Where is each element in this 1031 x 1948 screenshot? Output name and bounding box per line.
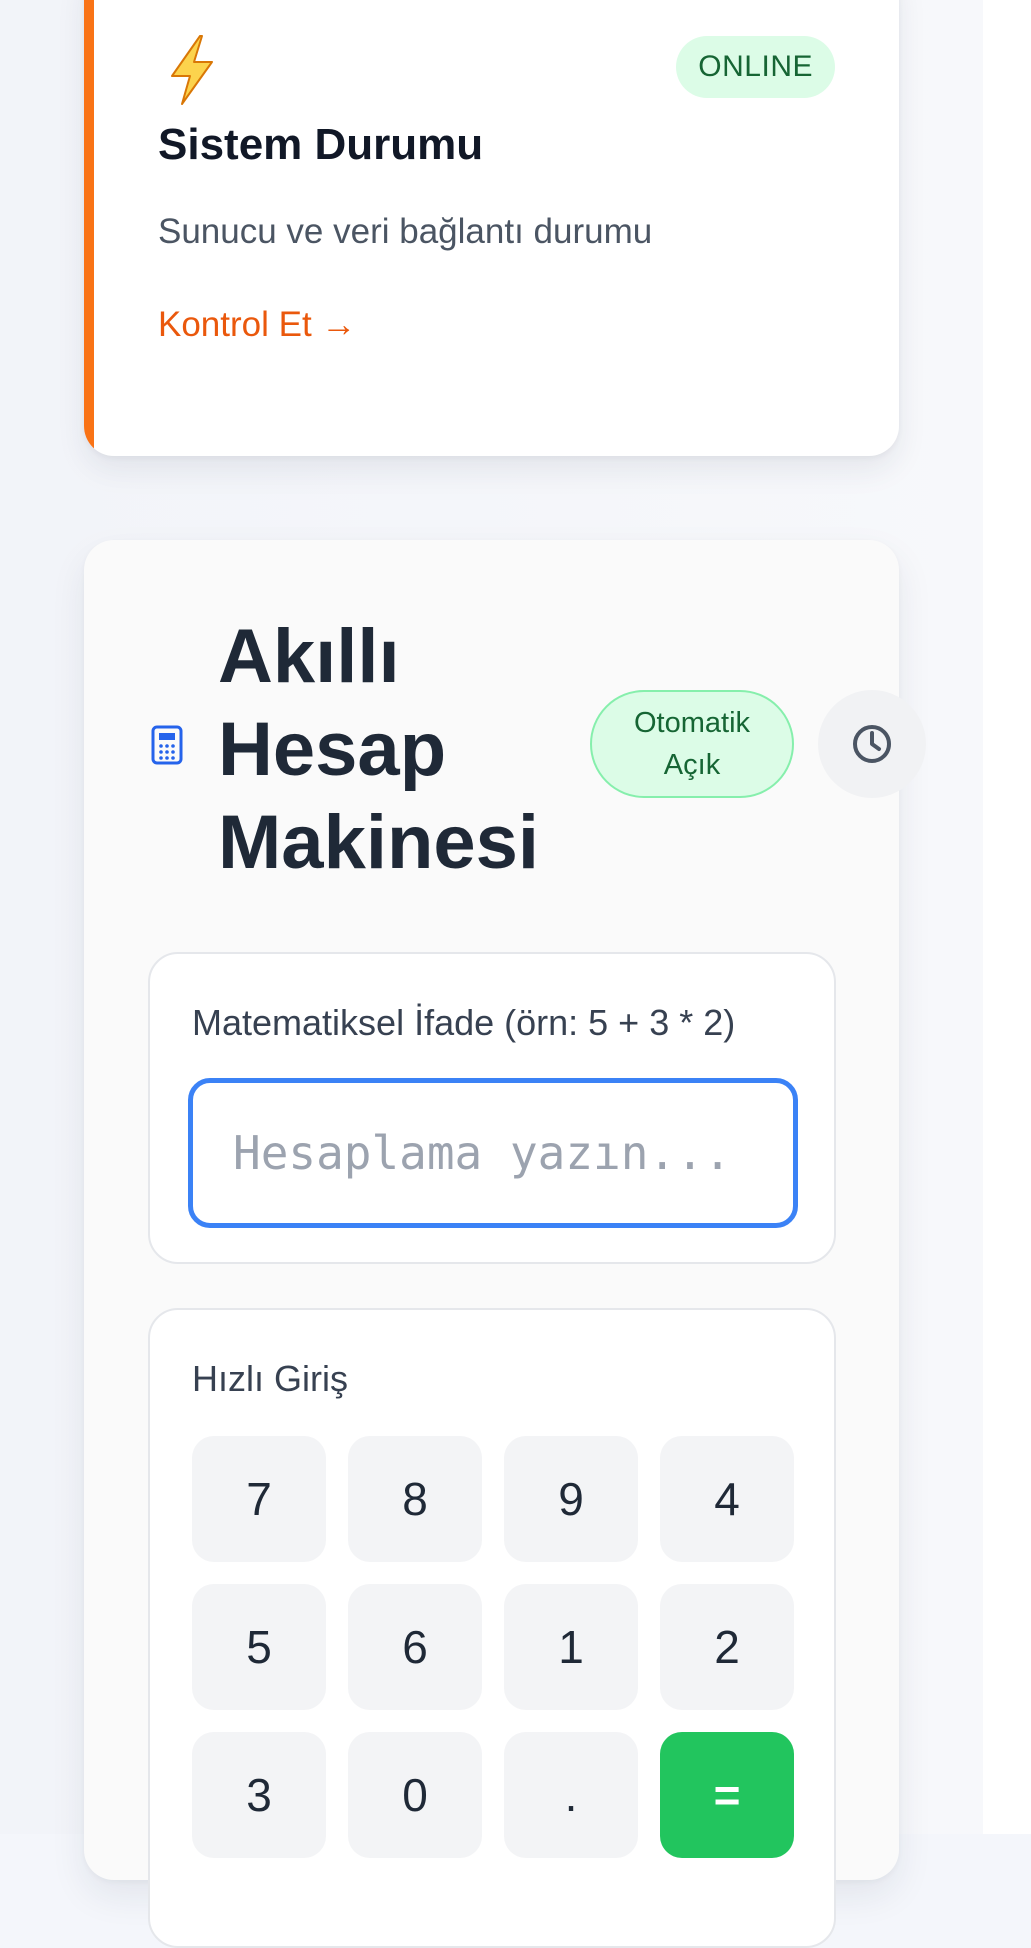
keypad: 7 8 9 4 5 6 1 2 3 0 . =	[192, 1436, 794, 1858]
key-decimal[interactable]: .	[504, 1732, 638, 1858]
quick-entry-panel: Hızlı Giriş 7 8 9 4 5 6 1 2 3 0 . =	[148, 1308, 836, 1948]
key-6[interactable]: 6	[348, 1584, 482, 1710]
system-status-card: ONLINE Sistem Durumu Sunucu ve veri bağl…	[84, 0, 899, 456]
quick-entry-label: Hızlı Giriş	[192, 1358, 348, 1399]
card-accent-bar	[84, 0, 94, 456]
equals-button[interactable]: =	[660, 1732, 794, 1858]
key-3[interactable]: 3	[192, 1732, 326, 1858]
status-card-description: Sunucu ve veri bağlantı durumu	[158, 212, 653, 251]
status-badge: ONLINE	[676, 36, 835, 98]
key-4[interactable]: 4	[660, 1436, 794, 1562]
page-edge	[983, 0, 1031, 1834]
smart-calculator-card: Akıllı Hesap Makinesi Otomatik Açık Mate…	[84, 540, 926, 1948]
history-button[interactable]	[818, 690, 926, 798]
check-status-link[interactable]: Kontrol Et →	[158, 305, 356, 345]
key-8[interactable]: 8	[348, 1436, 482, 1562]
auto-mode-badge[interactable]: Otomatik Açık	[590, 690, 794, 798]
key-1[interactable]: 1	[504, 1584, 638, 1710]
key-9[interactable]: 9	[504, 1436, 638, 1562]
calculator-title: Akıllı Hesap Makinesi	[218, 614, 540, 885]
expression-panel: Matematiksel İfade (örn: 5 + 3 * 2)	[148, 952, 836, 1264]
lightning-bolt-icon	[171, 35, 213, 105]
key-5[interactable]: 5	[192, 1584, 326, 1710]
key-7[interactable]: 7	[192, 1436, 326, 1562]
calculator-icon	[151, 725, 183, 765]
key-2[interactable]: 2	[660, 1584, 794, 1710]
key-0[interactable]: 0	[348, 1732, 482, 1858]
status-card-title: Sistem Durumu	[158, 120, 484, 169]
expression-input[interactable]	[188, 1078, 798, 1228]
expression-label: Matematiksel İfade (örn: 5 + 3 * 2)	[192, 1002, 736, 1043]
clock-icon	[853, 725, 891, 763]
